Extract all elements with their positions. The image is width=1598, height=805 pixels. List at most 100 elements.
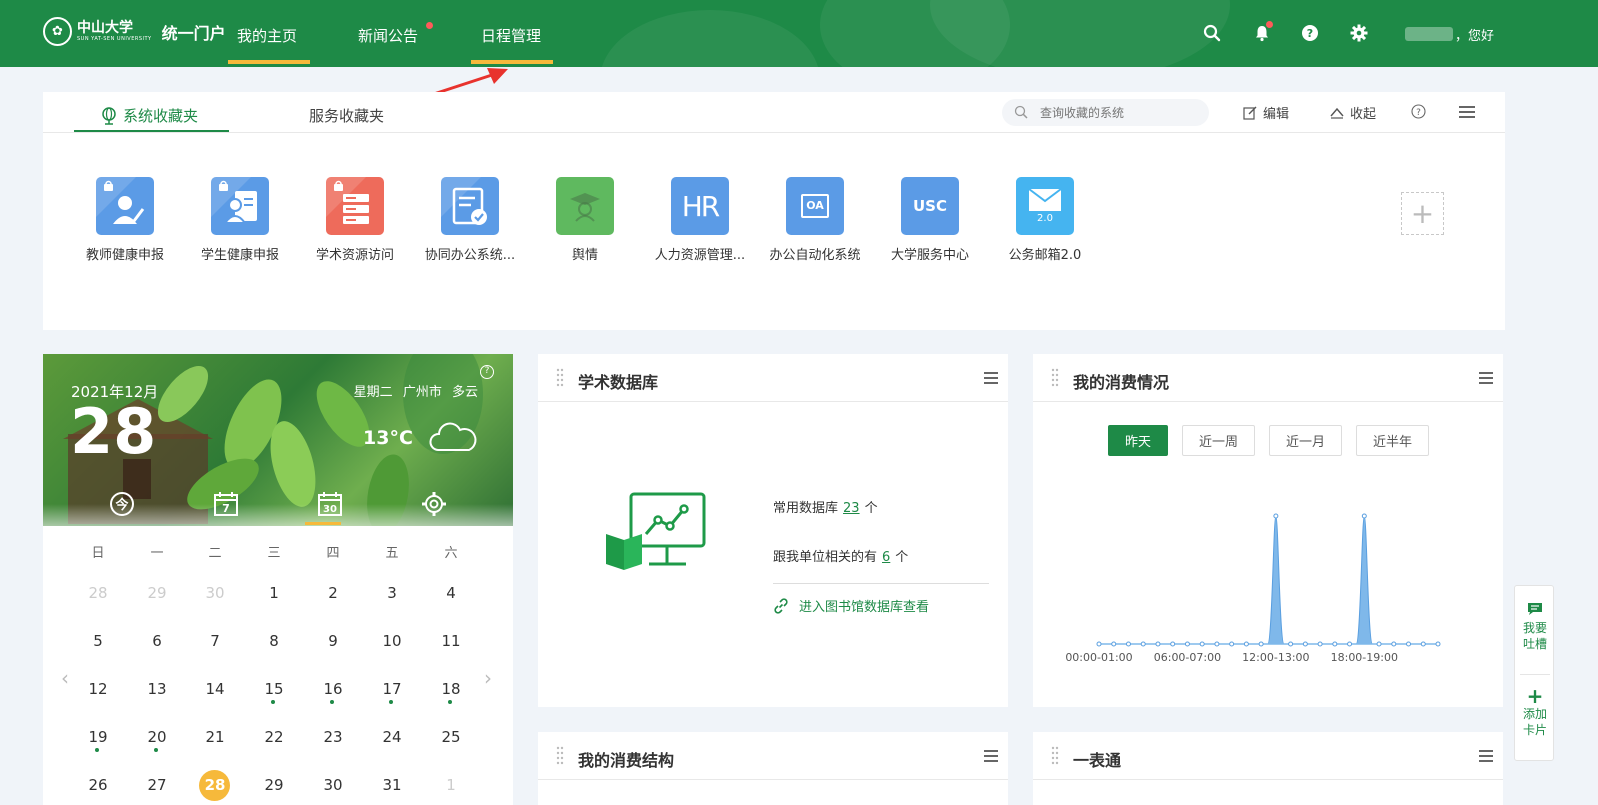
calendar-help-icon[interactable]: ? bbox=[480, 365, 494, 379]
data-point[interactable] bbox=[1347, 641, 1353, 647]
university-logo[interactable]: ✿ 中山大学 SUN YAT-SEN UNIVERSITY 统一门户 bbox=[43, 17, 226, 46]
settings-icon[interactable] bbox=[1350, 24, 1368, 42]
data-point[interactable] bbox=[1406, 641, 1412, 647]
nav-schedule[interactable]: 日程管理 bbox=[481, 25, 541, 46]
calendar-week-view-button[interactable]: 7 bbox=[211, 489, 241, 519]
data-point[interactable] bbox=[1288, 641, 1294, 647]
nav-news[interactable]: 新闻公告 bbox=[358, 25, 418, 46]
calendar-month-view-button[interactable]: 30 bbox=[315, 489, 345, 519]
app-teacher-health-report[interactable]: 教师健康申报 bbox=[70, 177, 180, 263]
calendar-date[interactable]: 30 bbox=[313, 776, 353, 794]
calendar-date[interactable]: 27 bbox=[137, 776, 177, 794]
calendar-date[interactable]: 15 bbox=[254, 680, 294, 704]
help-icon[interactable]: ? bbox=[1301, 24, 1319, 42]
related-databases-count[interactable]: 6 bbox=[882, 550, 890, 565]
calendar-date[interactable]: 9 bbox=[313, 632, 353, 650]
app-university-service-center[interactable]: USC 大学服务中心 bbox=[875, 177, 985, 263]
calendar-date[interactable]: 28 bbox=[195, 770, 235, 801]
calendar-date[interactable]: 11 bbox=[431, 632, 471, 650]
app-student-health-report[interactable]: 学生健康申报 bbox=[185, 177, 295, 263]
calendar-date[interactable]: 7 bbox=[195, 632, 235, 650]
filter-last-month[interactable]: 近一月 bbox=[1269, 425, 1342, 456]
data-point[interactable] bbox=[1258, 641, 1264, 647]
data-point[interactable] bbox=[1199, 641, 1205, 647]
edit-button[interactable]: 编辑 bbox=[1243, 103, 1289, 122]
data-point[interactable] bbox=[1229, 641, 1235, 647]
favorites-search[interactable] bbox=[1002, 99, 1209, 126]
data-point[interactable] bbox=[1096, 641, 1102, 647]
menu-icon[interactable] bbox=[1459, 105, 1475, 119]
username-redacted[interactable] bbox=[1405, 27, 1453, 41]
add-card-button[interactable]: + 添加 卡片 bbox=[1515, 686, 1555, 738]
calendar-date[interactable]: 2 bbox=[313, 584, 353, 602]
calendar-date[interactable]: 6 bbox=[137, 632, 177, 650]
nav-my-homepage[interactable]: 我的主页 bbox=[237, 25, 297, 46]
calendar-date[interactable]: 14 bbox=[195, 680, 235, 698]
filter-last-half-year[interactable]: 近半年 bbox=[1356, 425, 1429, 456]
app-collaborative-office[interactable]: 协同办公系统... bbox=[415, 177, 525, 263]
search-input[interactable] bbox=[1040, 103, 1200, 122]
calendar-settings-button[interactable] bbox=[419, 489, 449, 519]
calendar-date[interactable]: 20 bbox=[137, 728, 177, 752]
data-point[interactable] bbox=[1317, 641, 1323, 647]
calendar-date[interactable]: 21 bbox=[195, 728, 235, 746]
drag-handle-icon[interactable] bbox=[556, 367, 564, 389]
calendar-date[interactable]: 23 bbox=[313, 728, 353, 746]
calendar-date[interactable]: 13 bbox=[137, 680, 177, 698]
drag-handle-icon[interactable] bbox=[1051, 745, 1059, 767]
calendar-today-button[interactable]: 今 bbox=[107, 489, 137, 519]
collapse-button[interactable]: 收起 bbox=[1330, 103, 1376, 122]
data-point[interactable] bbox=[1420, 641, 1426, 647]
feedback-button[interactable]: 我要 吐槽 bbox=[1515, 602, 1555, 652]
calendar-date[interactable]: 5 bbox=[78, 632, 118, 650]
data-point[interactable] bbox=[1184, 641, 1190, 647]
tab-system-favorites[interactable]: 系统收藏夹 bbox=[101, 105, 198, 126]
library-database-link[interactable]: 进入图书馆数据库查看 bbox=[773, 596, 929, 615]
calendar-date[interactable]: 4 bbox=[431, 584, 471, 602]
calendar-date[interactable]: 29 bbox=[254, 776, 294, 794]
menu-icon[interactable] bbox=[1479, 371, 1493, 385]
data-point[interactable] bbox=[1243, 641, 1249, 647]
calendar-date[interactable]: 1 bbox=[254, 584, 294, 602]
app-human-resources[interactable]: HR 人力资源管理... bbox=[645, 177, 755, 263]
data-point[interactable] bbox=[1332, 641, 1338, 647]
calendar-date[interactable]: 28 bbox=[78, 584, 118, 602]
app-office-automation[interactable]: OA 办公自动化系统 bbox=[760, 177, 870, 263]
data-point[interactable] bbox=[1376, 641, 1382, 647]
calendar-date[interactable]: 29 bbox=[137, 584, 177, 602]
menu-icon[interactable] bbox=[984, 749, 998, 763]
data-point[interactable] bbox=[1435, 641, 1441, 647]
calendar-date[interactable]: 31 bbox=[372, 776, 412, 794]
data-point[interactable] bbox=[1125, 641, 1131, 647]
calendar-date[interactable]: 26 bbox=[78, 776, 118, 794]
calendar-date[interactable]: 12 bbox=[78, 680, 118, 698]
app-public-opinion[interactable]: 舆情 bbox=[530, 177, 640, 263]
calendar-date[interactable]: 1 bbox=[431, 776, 471, 794]
data-point[interactable] bbox=[1170, 641, 1176, 647]
calendar-date[interactable]: 8 bbox=[254, 632, 294, 650]
user-greeting[interactable]: ，您好 bbox=[1455, 25, 1494, 44]
data-point[interactable] bbox=[1111, 641, 1117, 647]
search-icon[interactable] bbox=[1203, 24, 1221, 42]
data-point[interactable] bbox=[1391, 641, 1397, 647]
app-official-mail[interactable]: 2.0 公务邮箱2.0 bbox=[990, 177, 1100, 263]
drag-handle-icon[interactable] bbox=[556, 745, 564, 767]
calendar-date[interactable]: 10 bbox=[372, 632, 412, 650]
drag-handle-icon[interactable] bbox=[1051, 367, 1059, 389]
calendar-date[interactable]: 22 bbox=[254, 728, 294, 746]
app-academic-resources[interactable]: 学术资源访问 bbox=[300, 177, 410, 263]
data-point[interactable] bbox=[1302, 641, 1308, 647]
calendar-date[interactable]: 19 bbox=[78, 728, 118, 752]
tab-service-favorites[interactable]: 服务收藏夹 bbox=[309, 105, 384, 126]
calendar-date[interactable]: 16 bbox=[313, 680, 353, 704]
menu-icon[interactable] bbox=[984, 371, 998, 385]
common-databases-count[interactable]: 23 bbox=[843, 501, 860, 516]
add-favorite-button[interactable]: + bbox=[1401, 192, 1444, 235]
filter-yesterday[interactable]: 昨天 bbox=[1108, 425, 1168, 456]
calendar-date[interactable]: 3 bbox=[372, 584, 412, 602]
data-point[interactable] bbox=[1155, 641, 1161, 647]
data-point[interactable] bbox=[1273, 513, 1279, 519]
calendar-date[interactable]: 18 bbox=[431, 680, 471, 704]
filter-last-week[interactable]: 近一周 bbox=[1182, 425, 1255, 456]
calendar-date[interactable]: 25 bbox=[431, 728, 471, 746]
